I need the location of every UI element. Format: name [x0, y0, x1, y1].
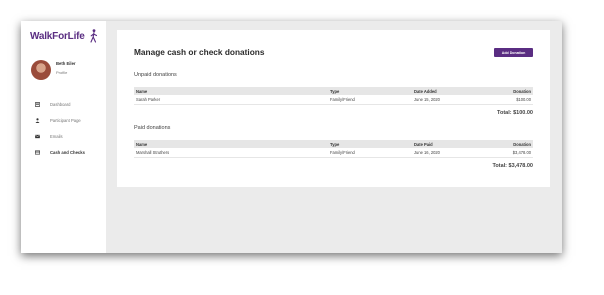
app-logo[interactable]: WalkForLife — [30, 31, 85, 42]
person-icon — [35, 118, 40, 123]
column-header-donation[interactable]: Donation — [486, 140, 533, 148]
profile-link[interactable]: Profile — [56, 70, 67, 75]
cell-donation: $100.00 — [486, 95, 533, 105]
unpaid-section-title: Unpaid donations — [134, 72, 177, 78]
cell-type: Family/Friend — [328, 95, 412, 105]
avatar[interactable] — [31, 60, 51, 80]
column-header-name[interactable]: Name — [134, 87, 328, 95]
cell-name: Sarah Parker — [134, 95, 328, 105]
sidebar-item-label: Cash and Checks — [50, 150, 85, 155]
cell-date: June 16, 2020 — [412, 148, 486, 158]
paid-section-title: Paid donations — [134, 125, 171, 131]
cell-donation: $3,478.00 — [486, 148, 533, 158]
app-window: WalkForLife Beth Eiler Profile Dashboard… — [21, 21, 562, 253]
cell-name: Marshall Struthers — [134, 148, 328, 158]
sidebar-item-label: Dashboard — [50, 102, 71, 107]
donations-card: Manage cash or check donations Add Donat… — [117, 30, 550, 187]
table-header-row: Name Type Date Added Donation — [134, 87, 533, 95]
cell-date: June 15, 2020 — [412, 95, 486, 105]
column-header-date-added[interactable]: Date Added — [412, 87, 486, 95]
sidebar-item-cash-and-checks[interactable]: Cash and Checks — [35, 149, 105, 159]
sidebar: WalkForLife Beth Eiler Profile Dashboard… — [21, 21, 106, 253]
add-donation-button[interactable]: Add Donation — [494, 48, 533, 57]
user-name: Beth Eiler — [56, 61, 76, 66]
column-header-name[interactable]: Name — [134, 140, 328, 148]
paid-donations-table: Name Type Date Paid Donation Marshall St… — [134, 140, 533, 158]
column-header-date-paid[interactable]: Date Paid — [412, 140, 486, 148]
unpaid-donations-table: Name Type Date Added Donation Sarah Park… — [134, 87, 533, 105]
page-title: Manage cash or check donations — [134, 47, 265, 57]
table-header-row: Name Type Date Paid Donation — [134, 140, 533, 148]
walker-icon — [90, 29, 98, 43]
cell-type: Family/Friend — [328, 148, 412, 158]
unpaid-total: Total: $100.00 — [497, 110, 533, 116]
sidebar-item-label: Participant Page — [50, 118, 81, 123]
table-row[interactable]: Marshall Struthers Family/Friend June 16… — [134, 148, 533, 158]
email-icon — [35, 134, 40, 139]
column-header-type[interactable]: Type — [328, 140, 412, 148]
paid-total: Total: $3,478.00 — [492, 163, 533, 169]
sidebar-item-dashboard[interactable]: Dashboard — [35, 101, 105, 111]
sidebar-item-label: Emails — [50, 134, 63, 139]
card-icon — [35, 150, 40, 155]
column-header-donation[interactable]: Donation — [486, 87, 533, 95]
column-header-type[interactable]: Type — [328, 87, 412, 95]
table-row[interactable]: Sarah Parker Family/Friend June 15, 2020… — [134, 95, 533, 105]
sidebar-item-emails[interactable]: Emails — [35, 133, 105, 143]
sidebar-item-participant-page[interactable]: Participant Page — [35, 117, 105, 127]
dashboard-icon — [35, 102, 40, 107]
